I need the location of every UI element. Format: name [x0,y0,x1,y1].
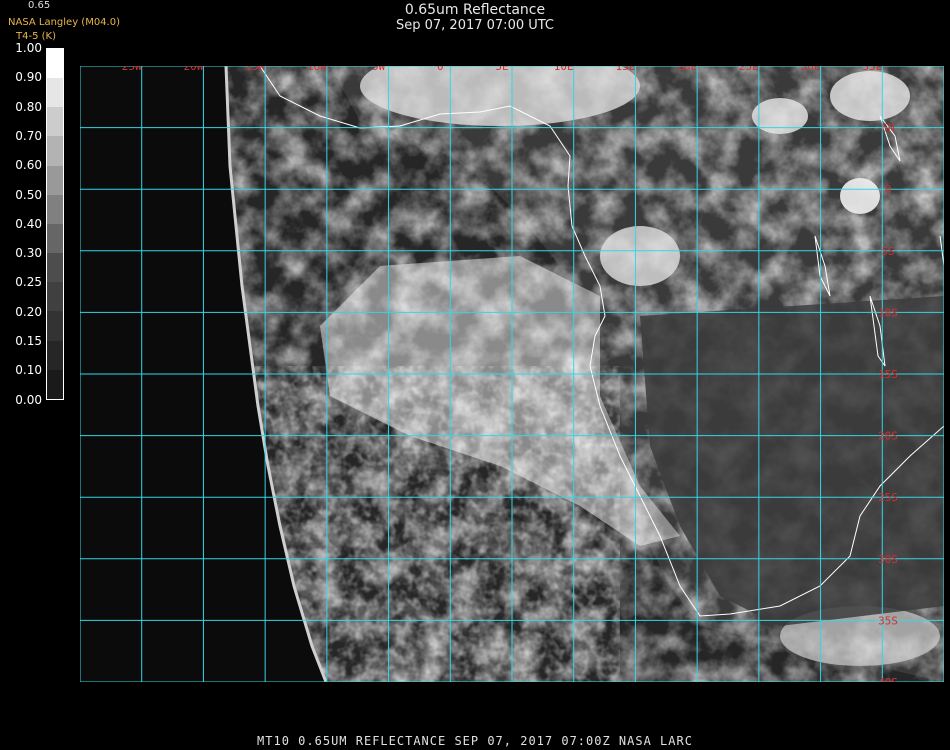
colorbar-tick-label: 0.15 [15,334,42,348]
cloud-cluster [752,98,808,134]
colorbar-tick-label: 0.25 [15,275,42,290]
colorbar-segment [47,311,63,341]
latitude-label: 40S [878,676,898,682]
colorbar-segment [47,282,63,312]
latitude-label: 10S [878,306,898,319]
latitude-label: 20S [878,430,898,443]
colorbar-tick-label: 0.10 [15,363,42,378]
longitude-label: 25E [739,66,759,73]
colorbar-tick-label: 0.80 [15,99,42,114]
cloud-cluster [840,178,880,214]
colorbar-tick-label: 0.90 [15,70,42,85]
longitude-label: 15E [615,66,635,73]
colorbar [46,48,64,400]
source-label: NASA Langley (M04.0) [8,17,120,28]
longitude-label: 15W [245,66,265,73]
image-title: 0.65um Reflectance [404,2,546,18]
footer-caption: MT10 0.65UM REFLECTANCE SEP 07, 2017 07:… [257,734,693,748]
cloud-cluster [830,71,910,121]
colorbar-tick-label: 0.30 [15,246,42,261]
colorbar-segment [47,194,63,224]
colorbar-segment [47,78,63,108]
colorbar-tick-label: 0.50 [15,187,42,202]
colorbar-segment [47,136,63,166]
latitude-label: 35S [878,614,898,627]
latitude-label: 0 [885,183,892,196]
latitude-label: 5S [881,245,894,258]
colorbar-tick-label: 0.00 [15,392,42,407]
image-timestamp: Sep 07, 2017 07:00 UTC [395,18,555,33]
cloud-cluster [600,226,680,286]
colorbar-segment [47,107,63,137]
colorbar-segment [47,369,63,399]
colorbar-segment [47,165,63,195]
longitude-label: 5W [372,66,386,73]
longitude-label: 10E [554,66,574,73]
band-label: 0.65 [28,0,51,11]
latitude-label: 30S [878,553,898,566]
colorbar-tick-label: 1.00 [15,41,42,55]
longitude-label: 20W [183,66,203,73]
colorbar-segment [47,49,63,79]
longitude-label: 30E [801,66,821,73]
satellite-map: 25W 20W 15W 10W 5W 0 5E 10E 15E 20E 25E 30E 35E 5N 0 5S… [80,66,944,682]
longitude-label: 25W [122,66,142,73]
latitude-label: 15S [878,368,898,381]
colorbar-segment [47,253,63,283]
colorbar-segment [47,340,63,370]
colorbar-tick-label: 0.70 [15,128,42,143]
colorbar-tick-label: 0.40 [15,216,42,231]
colorbar-tick-label: 0.60 [15,158,42,173]
colorbar-tick-label: 0.20 [15,304,42,319]
latitude-label: 5N [881,122,894,135]
longitude-label: 20E [677,66,697,73]
longitude-label: 5E [495,66,508,73]
longitude-label: 35E [862,66,882,73]
longitude-label: 10W [307,66,327,73]
longitude-label: 0 [437,66,444,73]
colorbar-segment [47,223,63,254]
latitude-label: 25S [878,491,898,504]
map-canvas: 25W 20W 15W 10W 5W 0 5E 10E 15E 20E 25E 30E 35E 5N 0 5S… [80,66,944,682]
